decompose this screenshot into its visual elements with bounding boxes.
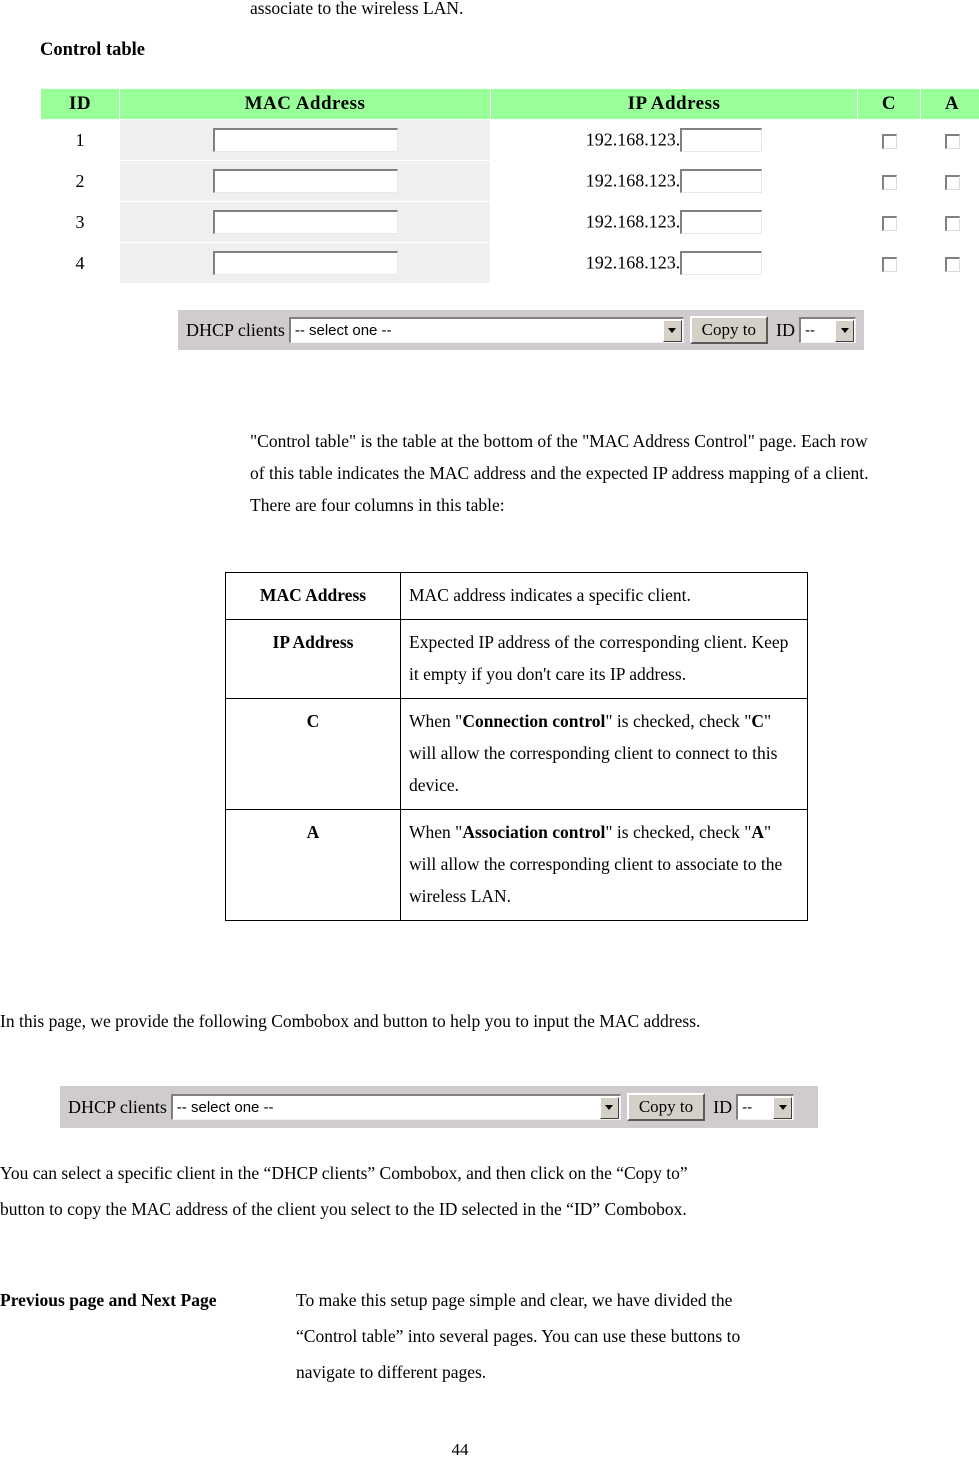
ip-prefix-label: 192.168.123. [585,129,681,150]
header-c: C [857,88,921,120]
row-ip-cell: 192.168.123. [490,119,858,161]
row-a-cell [920,201,979,243]
association-control-checkbox[interactable] [944,133,960,149]
dhcp-clients-select[interactable]: -- select one -- [170,1094,621,1120]
chevron-down-icon[interactable] [662,319,682,342]
ip-prefix-label: 192.168.123. [585,211,681,232]
connection-control-checkbox[interactable] [881,174,897,190]
connection-control-checkbox[interactable] [881,215,897,231]
prevnext-line-3: navigate to different pages. [296,1362,487,1382]
id-label: ID [713,1096,733,1117]
page-number: 44 [451,1440,469,1459]
definition-row-ip-address: IP Address Expected IP address of the co… [225,619,808,699]
definition-description: MAC address indicates a specific client. [400,572,808,620]
id-select[interactable]: -- [798,317,856,343]
copy-to-button[interactable]: Copy to [626,1093,706,1121]
dhcp-clients-select-value: -- select one -- [176,1099,274,1116]
ip-suffix-input[interactable] [680,210,763,234]
association-control-checkbox[interactable] [944,174,960,190]
prevnext-line-1: To make this setup page simple and clear… [296,1290,733,1310]
mac-address-input[interactable] [212,251,398,275]
definition-term: MAC Address [225,572,401,620]
mac-address-input[interactable] [212,210,398,234]
section-heading-control-table: Control table [40,40,146,60]
row-a-cell [920,242,979,284]
table-row: 3 192.168.123. [40,201,979,243]
connection-control-checkbox[interactable] [881,256,897,272]
row-ip-cell: 192.168.123. [490,242,858,284]
copy-to-button[interactable]: Copy to [689,316,768,344]
id-select-value: -- [804,322,815,339]
ip-suffix-input[interactable] [680,251,763,275]
chevron-down-icon[interactable] [599,1096,619,1119]
dhcp-clients-toolbar-figure: DHCP clients -- select one -- Copy to ID… [60,1086,818,1128]
chevron-down-icon[interactable] [773,1096,793,1119]
row-id: 4 [40,242,120,284]
mac-address-input[interactable] [212,169,398,193]
table-header-row: ID MAC Address IP Address C A [40,88,979,120]
row-id: 3 [40,201,120,243]
row-mac-cell [119,119,491,161]
ip-suffix-input[interactable] [680,128,763,152]
combobox-intro-paragraph: In this page, we provide the following C… [0,1011,701,1031]
id-label: ID [775,319,795,340]
table-row: 1 192.168.123. [40,119,979,161]
table-row: 4 192.168.123. [40,242,979,284]
row-id: 2 [40,160,120,202]
combobox-usage-line-1: You can select a specific client in the … [0,1163,688,1183]
row-mac-cell [119,242,491,284]
chevron-down-icon[interactable] [835,319,854,342]
definition-row-c: C When "Connection control" is checked, … [225,698,808,810]
id-select-value: -- [742,1099,753,1116]
row-a-cell [920,119,979,161]
ip-prefix-label: 192.168.123. [585,252,681,273]
definition-row-mac-address: MAC Address MAC address indicates a spec… [225,572,808,620]
header-id: ID [40,88,120,120]
row-id: 1 [40,119,120,161]
definition-description: When "Connection control" is checked, ch… [400,698,808,810]
intro-paragraph: "Control table" is the table at the bott… [250,431,869,515]
connection-control-checkbox[interactable] [881,133,897,149]
dhcp-clients-select[interactable]: -- select one -- [288,317,684,343]
mac-address-input[interactable] [212,128,398,152]
dhcp-clients-label: DHCP clients [68,1096,167,1117]
association-control-checkbox[interactable] [944,215,960,231]
definition-description: Expected IP address of the corresponding… [400,619,808,699]
row-a-cell [920,160,979,202]
row-c-cell [857,201,921,243]
header-mac-address: MAC Address [119,88,491,120]
column-definition-table: MAC Address MAC address indicates a spec… [225,572,808,921]
ip-suffix-input[interactable] [680,169,763,193]
combobox-usage-line-2: button to copy the MAC address of the cl… [0,1199,687,1219]
association-control-checkbox[interactable] [944,256,960,272]
prevnext-line-2: “Control table” into several pages. You … [296,1326,741,1346]
prevnext-description: To make this setup page simple and clear… [296,1282,868,1390]
definition-row-a: A When "Association control" is checked,… [225,809,808,921]
row-ip-cell: 192.168.123. [490,201,858,243]
table-row: 2 192.168.123. [40,160,979,202]
definition-term: A [225,809,401,921]
definition-description: When "Association control" is checked, c… [400,809,808,921]
row-c-cell [857,160,921,202]
ip-prefix-label: 192.168.123. [585,170,681,191]
combobox-usage-paragraph: You can select a specific client in the … [0,1155,868,1227]
row-ip-cell: 192.168.123. [490,160,858,202]
header-ip-address: IP Address [490,88,858,120]
row-c-cell [857,119,921,161]
top-continuation-text: associate to the wireless LAN. [250,0,464,18]
row-mac-cell [119,160,491,202]
prevnext-term-label: Previous page and Next Page [0,1290,217,1310]
definition-term: IP Address [225,619,401,699]
row-mac-cell [119,201,491,243]
definition-term: C [225,698,401,810]
header-a: A [920,88,979,120]
id-select[interactable]: -- [736,1094,795,1120]
row-c-cell [857,242,921,284]
dhcp-clients-select-value: -- select one -- [294,322,392,339]
dhcp-clients-label: DHCP clients [186,319,285,340]
control-table: ID MAC Address IP Address C A 1 192.168.… [40,88,979,284]
dhcp-clients-toolbar: DHCP clients -- select one -- Copy to ID… [178,310,864,350]
